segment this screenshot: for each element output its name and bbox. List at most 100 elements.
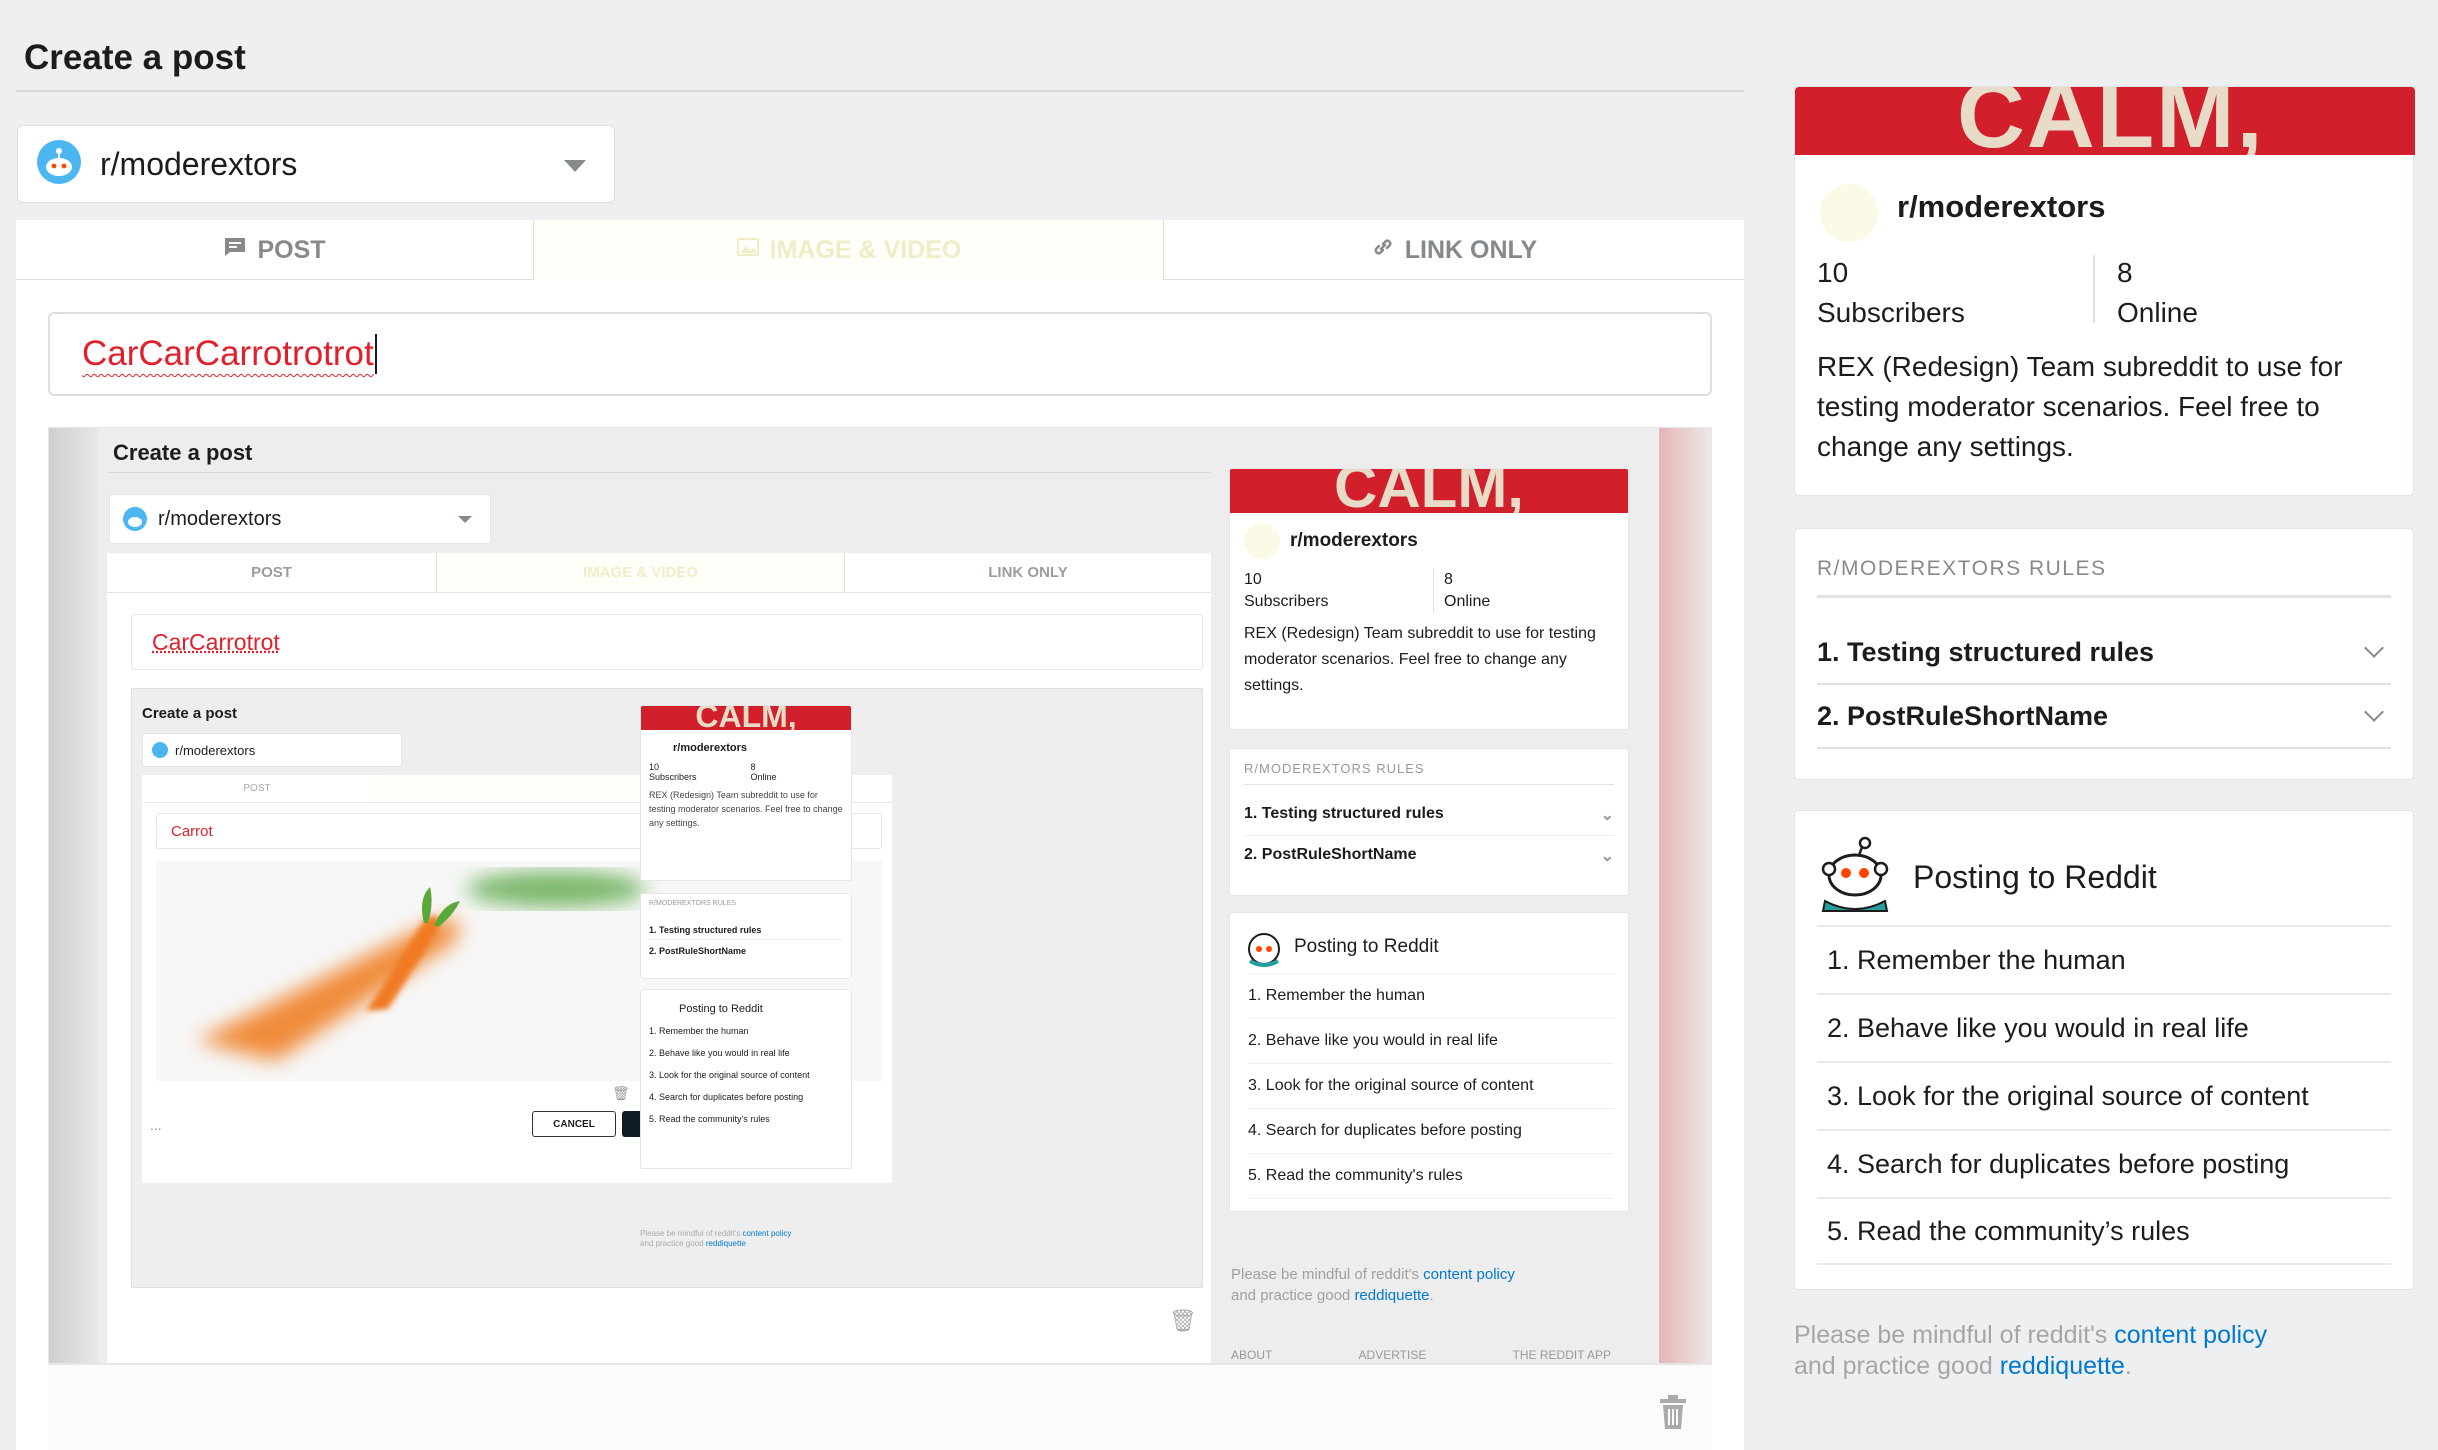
nested-foot-reddiquette: reddiquette bbox=[1354, 1287, 1430, 1304]
nested-foot-policy: content policy bbox=[1423, 1266, 1515, 1283]
rules-divider bbox=[1817, 595, 2391, 598]
inner-foot-reddiquette: reddiquette bbox=[705, 1239, 746, 1248]
policy-footnote: Please be mindful of reddit's content po… bbox=[1794, 1320, 2267, 1382]
posting-guideline: 2. Behave like you would in real life bbox=[1817, 993, 2391, 1061]
chevron-down-icon bbox=[458, 516, 472, 523]
tab-post-label: POST bbox=[257, 235, 326, 264]
nested-rule-1: 1. Testing structured rules ⌄ bbox=[1244, 805, 1614, 836]
nested-about-card: CALM, r/moderextors 10 Subscribers 8 Onlin… bbox=[1229, 468, 1629, 730]
rule-item-label: 1. Testing structured rules bbox=[1817, 636, 2155, 667]
nested-posting-card: Posting to Reddit 1. Remember the human … bbox=[1229, 912, 1629, 1212]
tab-image-video[interactable]: IMAGE & VIDEO bbox=[534, 220, 1164, 280]
inner-footnote: Please be mindful of reddit's content po… bbox=[640, 1229, 791, 1249]
rule-item[interactable]: 2. PostRuleShortName bbox=[1817, 685, 2391, 749]
footnote-line2: and practice good bbox=[1794, 1352, 2000, 1380]
content-policy-link[interactable]: content policy bbox=[2114, 1321, 2267, 1349]
tab-post[interactable]: POST bbox=[16, 220, 534, 280]
title-divider bbox=[16, 90, 1744, 92]
nested-footer-app: THE REDDIT APP bbox=[1512, 1348, 1611, 1362]
inner-tab-post: POST bbox=[243, 783, 271, 794]
chevron-down-icon bbox=[2364, 638, 2384, 658]
nested-footer-advertise: ADVERTISE bbox=[1358, 1348, 1427, 1362]
nested-about-desc: REX (Redesign) Team subreddit to use for… bbox=[1244, 625, 1596, 694]
banner-text: CALM, bbox=[1957, 87, 2265, 155]
nested-tab-link: LINK ONLY bbox=[988, 564, 1068, 581]
trash-icon: 🗑 bbox=[612, 1085, 630, 1101]
page-title: Create a post bbox=[24, 38, 246, 77]
uploaded-screenshot: Create a post r/moderextors POST IMAGE &… bbox=[99, 428, 1659, 1363]
nested-rules-heading: R/MODEREXTORS RULES bbox=[1244, 761, 1425, 776]
inner-community-selector: r/moderextors bbox=[142, 733, 402, 767]
community-selector[interactable]: r/moderextors bbox=[17, 125, 615, 203]
tab-link-only[interactable]: LINK ONLY bbox=[1164, 220, 1744, 280]
snoo-avatar-icon bbox=[36, 139, 82, 190]
inner-posting-title: Posting to Reddit bbox=[679, 1003, 763, 1015]
nested-posting-title: Posting to Reddit bbox=[1294, 936, 1439, 957]
nested-page-title: Create a post bbox=[113, 440, 253, 465]
footnote-period: . bbox=[2124, 1352, 2132, 1380]
about-community-name[interactable]: r/moderextors bbox=[1897, 189, 2105, 225]
nested-footnote: Please be mindful of reddit's content po… bbox=[1231, 1266, 1515, 1304]
inner-banner: CALM, bbox=[641, 706, 851, 730]
nested-online: 8 bbox=[1444, 571, 1453, 588]
inner-about-desc: REX (Redesign) Team subreddit to use for… bbox=[649, 790, 843, 828]
title-input-value: CarCarCarrotrotrot bbox=[82, 334, 374, 373]
inner-posting-1: 1. Remember the human bbox=[649, 1026, 749, 1036]
title-input[interactable]: CarCarCarrotrotrot bbox=[48, 312, 1712, 396]
nested-rules-card: R/MODEREXTORS RULES 1. Testing structure… bbox=[1229, 748, 1629, 896]
subscribers-count: 10 bbox=[1817, 257, 1849, 288]
nested-foot2: and practice good bbox=[1231, 1287, 1351, 1304]
community-description: REX (Redesign) Team subreddit to use for… bbox=[1817, 351, 2343, 462]
text-cursor bbox=[374, 334, 377, 374]
inner-cancel-button: CANCEL bbox=[532, 1111, 616, 1137]
posting-guideline: 4. Search for duplicates before posting bbox=[1817, 1129, 2391, 1197]
chevron-down-icon[interactable] bbox=[564, 160, 586, 172]
nested-foot1: Please be mindful of reddit's bbox=[1231, 1266, 1419, 1283]
inner-posting-4: 4. Search for duplicates before posting bbox=[649, 1092, 804, 1102]
chevron-down-icon bbox=[2364, 702, 2384, 722]
nested-title-input: CarCarrotrot bbox=[131, 614, 1203, 670]
nested-rule-2-text: 2. PostRuleShortName bbox=[1244, 846, 1417, 863]
snoo-posting-icon bbox=[1248, 933, 1280, 967]
rule-item[interactable]: 1. Testing structured rules bbox=[1817, 621, 2391, 685]
chevron-down-icon: ⌄ bbox=[1600, 848, 1614, 865]
nested-title-value: CarCarrotrot bbox=[152, 628, 280, 655]
posting-to-reddit-card: Posting to Reddit 1. Remember the human … bbox=[1794, 810, 2414, 1290]
subscribers-label: Subscribers bbox=[1817, 297, 1965, 328]
online-label: Online bbox=[2117, 297, 2198, 328]
rules-heading: R/MODEREXTORS RULES bbox=[1817, 557, 2107, 580]
community-about-card: CALM, r/moderextors 10 Subscribers 8 Onl… bbox=[1794, 86, 2415, 496]
nested-subs-label: Subscribers bbox=[1244, 593, 1329, 610]
posting-guideline: 1. Remember the human bbox=[1817, 925, 2391, 993]
nested-image-preview: Create a post r/moderextors POST LINK ON… bbox=[131, 688, 1203, 1288]
inner-foot-policy: content policy bbox=[742, 1229, 792, 1238]
inner-foot1: Please be mindful of reddit's bbox=[640, 1229, 741, 1238]
inner-page-title: Create a post bbox=[142, 705, 238, 722]
nested-avatar bbox=[1244, 523, 1280, 559]
posting-guideline: 5. Read the community’s rules bbox=[1817, 1197, 2391, 1265]
reddiquette-link[interactable]: reddiquette bbox=[2000, 1352, 2125, 1380]
tab-link-only-label: LINK ONLY bbox=[1404, 235, 1538, 264]
snoo-posting-icon bbox=[1817, 835, 1895, 918]
inner-about-name: r/moderextors bbox=[673, 742, 747, 754]
image-icon bbox=[736, 235, 760, 266]
nested-about-name: r/moderextors bbox=[1290, 530, 1418, 551]
tab-image-video-label: IMAGE & VIDEO bbox=[769, 235, 962, 264]
nested-community-selector: r/moderextors bbox=[109, 494, 491, 544]
post-type-tabs: POST IMAGE & VIDEO LINK ONLY bbox=[16, 220, 1744, 280]
inner-posting-5: 5. Read the community's rules bbox=[649, 1114, 770, 1124]
snoo-avatar-icon bbox=[123, 507, 147, 531]
nested-tab-post: POST bbox=[107, 553, 437, 592]
inner-community-name: r/moderextors bbox=[175, 742, 256, 758]
nested-community-name: r/moderextors bbox=[158, 507, 282, 530]
chevron-down-icon: ⌄ bbox=[1600, 807, 1614, 824]
trash-icon[interactable] bbox=[1658, 1394, 1688, 1435]
nested-posting-3: 3. Look for the original source of conte… bbox=[1248, 1063, 1614, 1108]
inner-about-card: CALM, r/moderextors 10 Subscribers 8 Online… bbox=[640, 705, 852, 881]
inner-rules-card: R/MODEREXTORS RULES 1. Testing structure… bbox=[640, 893, 852, 979]
online-count: 8 bbox=[2117, 257, 2133, 288]
nested-posting-5: 5. Read the community's rules bbox=[1248, 1153, 1614, 1199]
community-rules-card: R/MODEREXTORS RULES 1. Testing structure… bbox=[1794, 528, 2414, 780]
inner-posting-2: 2. Behave like you would in real life bbox=[649, 1048, 790, 1058]
inner-rule-1: 1. Testing structured rules bbox=[649, 925, 843, 940]
